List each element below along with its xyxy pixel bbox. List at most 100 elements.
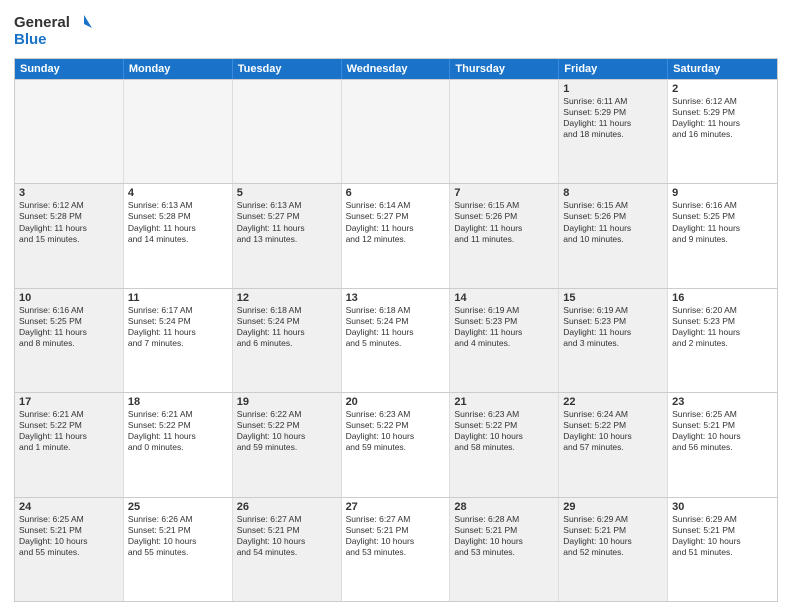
day-cell-19: 19Sunrise: 6:22 AM Sunset: 5:22 PM Dayli…	[233, 393, 342, 496]
page: General Blue SundayMondayTuesdayWednesda…	[0, 0, 792, 612]
day-number: 15	[563, 292, 663, 304]
header-cell-tuesday: Tuesday	[233, 59, 342, 79]
day-detail: Sunrise: 6:18 AM Sunset: 5:24 PM Dayligh…	[346, 305, 446, 349]
day-detail: Sunrise: 6:12 AM Sunset: 5:28 PM Dayligh…	[19, 200, 119, 244]
day-number: 1	[563, 83, 663, 95]
day-number: 13	[346, 292, 446, 304]
day-cell-12: 12Sunrise: 6:18 AM Sunset: 5:24 PM Dayli…	[233, 289, 342, 392]
day-detail: Sunrise: 6:15 AM Sunset: 5:26 PM Dayligh…	[563, 200, 663, 244]
day-number: 25	[128, 501, 228, 513]
day-detail: Sunrise: 6:11 AM Sunset: 5:29 PM Dayligh…	[563, 96, 663, 140]
calendar-body: 1Sunrise: 6:11 AM Sunset: 5:29 PM Daylig…	[15, 79, 777, 601]
day-cell-9: 9Sunrise: 6:16 AM Sunset: 5:25 PM Daylig…	[668, 184, 777, 287]
day-cell-21: 21Sunrise: 6:23 AM Sunset: 5:22 PM Dayli…	[450, 393, 559, 496]
day-number: 12	[237, 292, 337, 304]
day-detail: Sunrise: 6:13 AM Sunset: 5:27 PM Dayligh…	[237, 200, 337, 244]
day-cell-25: 25Sunrise: 6:26 AM Sunset: 5:21 PM Dayli…	[124, 498, 233, 601]
cal-row-3: 17Sunrise: 6:21 AM Sunset: 5:22 PM Dayli…	[15, 392, 777, 496]
day-detail: Sunrise: 6:21 AM Sunset: 5:22 PM Dayligh…	[128, 409, 228, 453]
day-number: 30	[672, 501, 773, 513]
day-cell-8: 8Sunrise: 6:15 AM Sunset: 5:26 PM Daylig…	[559, 184, 668, 287]
day-detail: Sunrise: 6:16 AM Sunset: 5:25 PM Dayligh…	[672, 200, 773, 244]
day-number: 5	[237, 187, 337, 199]
day-number: 27	[346, 501, 446, 513]
day-cell-29: 29Sunrise: 6:29 AM Sunset: 5:21 PM Dayli…	[559, 498, 668, 601]
day-detail: Sunrise: 6:20 AM Sunset: 5:23 PM Dayligh…	[672, 305, 773, 349]
day-number: 2	[672, 83, 773, 95]
day-detail: Sunrise: 6:19 AM Sunset: 5:23 PM Dayligh…	[454, 305, 554, 349]
day-cell-30: 30Sunrise: 6:29 AM Sunset: 5:21 PM Dayli…	[668, 498, 777, 601]
day-detail: Sunrise: 6:25 AM Sunset: 5:21 PM Dayligh…	[19, 514, 119, 558]
empty-cell	[342, 80, 451, 183]
cal-row-1: 3Sunrise: 6:12 AM Sunset: 5:28 PM Daylig…	[15, 183, 777, 287]
day-cell-1: 1Sunrise: 6:11 AM Sunset: 5:29 PM Daylig…	[559, 80, 668, 183]
calendar: SundayMondayTuesdayWednesdayThursdayFrid…	[14, 58, 778, 602]
day-number: 17	[19, 396, 119, 408]
day-cell-4: 4Sunrise: 6:13 AM Sunset: 5:28 PM Daylig…	[124, 184, 233, 287]
day-number: 7	[454, 187, 554, 199]
empty-cell	[233, 80, 342, 183]
day-number: 19	[237, 396, 337, 408]
day-cell-3: 3Sunrise: 6:12 AM Sunset: 5:28 PM Daylig…	[15, 184, 124, 287]
day-number: 11	[128, 292, 228, 304]
day-cell-24: 24Sunrise: 6:25 AM Sunset: 5:21 PM Dayli…	[15, 498, 124, 601]
day-cell-17: 17Sunrise: 6:21 AM Sunset: 5:22 PM Dayli…	[15, 393, 124, 496]
day-cell-7: 7Sunrise: 6:15 AM Sunset: 5:26 PM Daylig…	[450, 184, 559, 287]
day-cell-28: 28Sunrise: 6:28 AM Sunset: 5:21 PM Dayli…	[450, 498, 559, 601]
header-cell-sunday: Sunday	[15, 59, 124, 79]
cal-row-4: 24Sunrise: 6:25 AM Sunset: 5:21 PM Dayli…	[15, 497, 777, 601]
day-number: 3	[19, 187, 119, 199]
svg-text:Blue: Blue	[14, 31, 47, 48]
day-cell-26: 26Sunrise: 6:27 AM Sunset: 5:21 PM Dayli…	[233, 498, 342, 601]
header-cell-saturday: Saturday	[668, 59, 777, 79]
day-detail: Sunrise: 6:24 AM Sunset: 5:22 PM Dayligh…	[563, 409, 663, 453]
day-detail: Sunrise: 6:27 AM Sunset: 5:21 PM Dayligh…	[237, 514, 337, 558]
day-number: 28	[454, 501, 554, 513]
day-cell-11: 11Sunrise: 6:17 AM Sunset: 5:24 PM Dayli…	[124, 289, 233, 392]
day-detail: Sunrise: 6:26 AM Sunset: 5:21 PM Dayligh…	[128, 514, 228, 558]
day-detail: Sunrise: 6:22 AM Sunset: 5:22 PM Dayligh…	[237, 409, 337, 453]
day-number: 6	[346, 187, 446, 199]
day-cell-15: 15Sunrise: 6:19 AM Sunset: 5:23 PM Dayli…	[559, 289, 668, 392]
day-cell-16: 16Sunrise: 6:20 AM Sunset: 5:23 PM Dayli…	[668, 289, 777, 392]
day-detail: Sunrise: 6:13 AM Sunset: 5:28 PM Dayligh…	[128, 200, 228, 244]
day-detail: Sunrise: 6:29 AM Sunset: 5:21 PM Dayligh…	[672, 514, 773, 558]
logo: General Blue	[14, 10, 94, 50]
header-cell-friday: Friday	[559, 59, 668, 79]
day-cell-22: 22Sunrise: 6:24 AM Sunset: 5:22 PM Dayli…	[559, 393, 668, 496]
day-number: 21	[454, 396, 554, 408]
day-detail: Sunrise: 6:12 AM Sunset: 5:29 PM Dayligh…	[672, 96, 773, 140]
day-detail: Sunrise: 6:19 AM Sunset: 5:23 PM Dayligh…	[563, 305, 663, 349]
day-number: 4	[128, 187, 228, 199]
header-cell-thursday: Thursday	[450, 59, 559, 79]
day-cell-2: 2Sunrise: 6:12 AM Sunset: 5:29 PM Daylig…	[668, 80, 777, 183]
empty-cell	[15, 80, 124, 183]
day-detail: Sunrise: 6:17 AM Sunset: 5:24 PM Dayligh…	[128, 305, 228, 349]
empty-cell	[124, 80, 233, 183]
day-detail: Sunrise: 6:15 AM Sunset: 5:26 PM Dayligh…	[454, 200, 554, 244]
day-number: 16	[672, 292, 773, 304]
day-cell-14: 14Sunrise: 6:19 AM Sunset: 5:23 PM Dayli…	[450, 289, 559, 392]
day-detail: Sunrise: 6:16 AM Sunset: 5:25 PM Dayligh…	[19, 305, 119, 349]
svg-text:General: General	[14, 14, 70, 31]
day-cell-27: 27Sunrise: 6:27 AM Sunset: 5:21 PM Dayli…	[342, 498, 451, 601]
day-cell-5: 5Sunrise: 6:13 AM Sunset: 5:27 PM Daylig…	[233, 184, 342, 287]
empty-cell	[450, 80, 559, 183]
header: General Blue	[14, 10, 778, 50]
day-cell-13: 13Sunrise: 6:18 AM Sunset: 5:24 PM Dayli…	[342, 289, 451, 392]
day-number: 9	[672, 187, 773, 199]
day-detail: Sunrise: 6:21 AM Sunset: 5:22 PM Dayligh…	[19, 409, 119, 453]
day-number: 23	[672, 396, 773, 408]
day-number: 8	[563, 187, 663, 199]
calendar-header: SundayMondayTuesdayWednesdayThursdayFrid…	[15, 59, 777, 79]
day-detail: Sunrise: 6:28 AM Sunset: 5:21 PM Dayligh…	[454, 514, 554, 558]
day-cell-18: 18Sunrise: 6:21 AM Sunset: 5:22 PM Dayli…	[124, 393, 233, 496]
day-number: 26	[237, 501, 337, 513]
day-detail: Sunrise: 6:23 AM Sunset: 5:22 PM Dayligh…	[346, 409, 446, 453]
day-detail: Sunrise: 6:14 AM Sunset: 5:27 PM Dayligh…	[346, 200, 446, 244]
logo-icon: General Blue	[14, 10, 94, 50]
day-number: 18	[128, 396, 228, 408]
cal-row-0: 1Sunrise: 6:11 AM Sunset: 5:29 PM Daylig…	[15, 79, 777, 183]
day-number: 10	[19, 292, 119, 304]
day-detail: Sunrise: 6:18 AM Sunset: 5:24 PM Dayligh…	[237, 305, 337, 349]
